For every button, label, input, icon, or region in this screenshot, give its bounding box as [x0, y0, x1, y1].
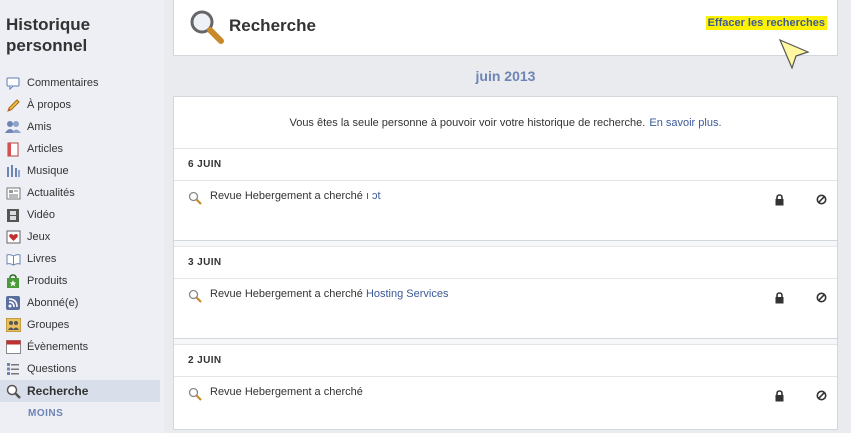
page-title: Recherche [229, 16, 316, 35]
sidebar-item-commentaires[interactable]: Commentaires [0, 72, 160, 94]
rss-icon [5, 295, 21, 311]
sidebar-item-label: Livres [27, 253, 57, 265]
sidebar-item-label: Commentaires [27, 77, 99, 89]
sidebar-item-label: Jeux [27, 231, 51, 243]
lock-icon[interactable] [774, 292, 785, 307]
sidebar-item-recherche[interactable]: Recherche [0, 380, 160, 402]
sidebar-item-label: Questions [27, 363, 77, 375]
learn-more-link[interactable]: En savoir plus. [649, 117, 721, 129]
entry-text: Revue Hebergement a cherché [210, 288, 363, 300]
friends-icon [5, 119, 21, 135]
search-icon [188, 8, 226, 49]
sidebar-item-label: Vidéo [27, 209, 55, 221]
remove-icon[interactable] [816, 390, 827, 404]
sidebar-item-articles[interactable]: Articles [0, 138, 160, 160]
sidebar-item-jeux[interactable]: Jeux [0, 226, 160, 248]
news-icon [5, 185, 21, 201]
film-icon [5, 207, 21, 223]
questions-icon [5, 361, 21, 377]
sidebar-nav: Commentaires À propos Amis Articles Musi [0, 72, 160, 424]
sidebar-item-label: Recherche [27, 384, 89, 398]
history-entry: Revue Hebergement a cherché [174, 377, 837, 433]
sidebar-item-produits[interactable]: Produits [0, 270, 160, 292]
sidebar-item-label: Musique [27, 165, 69, 177]
remove-icon[interactable] [816, 194, 827, 208]
sidebar-item-label: Produits [27, 275, 68, 287]
lock-icon[interactable] [774, 390, 785, 405]
groups-icon [5, 317, 21, 333]
sidebar-item-evenements[interactable]: Évènements [0, 336, 160, 358]
privacy-notice: Vous êtes la seule personne à pouvoir vo… [174, 97, 837, 149]
sidebar-more-toggle[interactable]: MOINS [0, 402, 160, 424]
book-icon [5, 251, 21, 267]
sidebar-item-video[interactable]: Vidéo [0, 204, 160, 226]
sidebar-item-amis[interactable]: Amis [0, 116, 160, 138]
history-entry: Revue Hebergement a cherché Hosting Serv… [174, 279, 837, 339]
entry-text: Revue Hebergement a cherché [210, 190, 363, 202]
clear-searches-button[interactable]: Effacer les recherches [705, 16, 827, 30]
document-icon [5, 141, 21, 157]
search-history-card: Vous êtes la seule personne à pouvoir vo… [173, 96, 838, 430]
sidebar-item-groupes[interactable]: Groupes [0, 314, 160, 336]
sidebar-item-questions[interactable]: Questions [0, 358, 160, 380]
search-icon [188, 387, 202, 404]
pencil-icon [5, 97, 21, 113]
privacy-notice-text: Vous êtes la seule personne à pouvoir vo… [289, 116, 646, 129]
games-icon [5, 229, 21, 245]
sidebar-item-livres[interactable]: Livres [0, 248, 160, 270]
sidebar-title: Historique personnel [6, 15, 91, 55]
sidebar-item-label: Évènements [27, 341, 89, 353]
sidebar-item-musique[interactable]: Musique [0, 160, 160, 182]
entry-description: Revue Hebergement a cherché [210, 385, 510, 399]
history-entry: Revue Hebergement a cherché ı ɔt [174, 181, 837, 241]
day-heading: 3 JUIN [174, 247, 837, 279]
day-heading: 6 JUIN [174, 149, 837, 181]
page-header: Recherche Effacer les recherches [173, 0, 838, 56]
sidebar-item-label: Actualités [27, 187, 75, 199]
entry-description: Revue Hebergement a cherché ı ɔt [210, 189, 510, 203]
sidebar-item-a-propos[interactable]: À propos [0, 94, 160, 116]
remove-icon[interactable] [816, 292, 827, 306]
day-heading: 2 JUIN [174, 345, 837, 377]
search-icon [188, 191, 202, 208]
products-icon [5, 273, 21, 289]
calendar-icon [5, 339, 21, 355]
entry-description: Revue Hebergement a cherché Hosting Serv… [210, 287, 510, 301]
search-icon [188, 289, 202, 306]
sidebar-item-actualites[interactable]: Actualités [0, 182, 160, 204]
sidebar-item-label: Abonné(e) [27, 297, 79, 309]
sidebar-item-label: Groupes [27, 319, 70, 331]
music-icon [5, 163, 21, 179]
comment-icon [5, 75, 21, 91]
entry-search-link[interactable]: ı ɔt [366, 190, 381, 202]
sidebar: Historique personnel Commentaires À prop… [0, 0, 164, 433]
entry-search-link[interactable]: Hosting Services [366, 288, 449, 300]
sidebar-item-label: Amis [27, 121, 52, 133]
search-icon [5, 383, 21, 399]
sidebar-item-label: À propos [27, 99, 72, 111]
lock-icon[interactable] [774, 194, 785, 209]
month-label: juin 2013 [475, 68, 536, 84]
sidebar-item-abonne[interactable]: Abonné(e) [0, 292, 160, 314]
entry-text: Revue Hebergement a cherché [210, 386, 363, 398]
sidebar-item-label: Articles [27, 143, 64, 155]
